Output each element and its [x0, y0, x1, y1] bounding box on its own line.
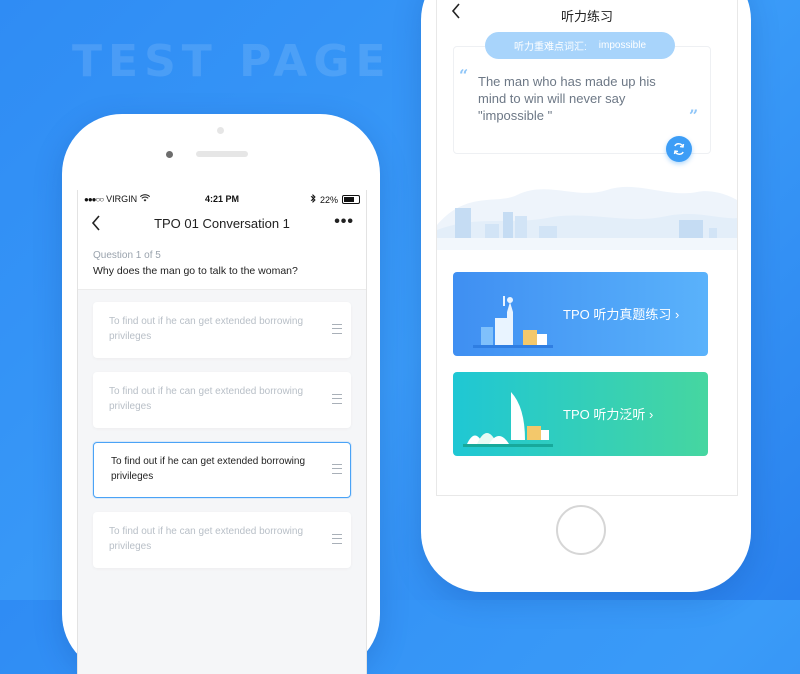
option-text: To find out if he can get extended borro…	[109, 386, 304, 412]
drag-handle-icon[interactable]	[332, 464, 342, 474]
quote-close-icon: ”	[689, 106, 699, 125]
earpiece-speaker	[196, 151, 248, 157]
question-number: Question 1 of 5	[93, 250, 161, 261]
drag-handle-icon[interactable]	[332, 324, 342, 334]
answer-option-selected[interactable]: To find out if he can get extended borro…	[93, 442, 351, 498]
statue-of-liberty-illustration	[473, 296, 553, 348]
status-bar: ●●●○○ VIRGIN 4:21 PM 22%	[78, 190, 366, 208]
page-title: 听力练习	[560, 9, 613, 24]
nav-bar: TPO 01 Conversation 1 •••	[78, 208, 366, 242]
front-camera	[166, 151, 173, 158]
tpo-practice-card[interactable]: TPO 听力真题练习 ›	[453, 272, 708, 356]
card-label: TPO 听力泛听 ›	[563, 407, 654, 422]
nav-bar: 听力练习	[437, 0, 737, 30]
question-text: Why does the man go to talk to the woman…	[93, 265, 298, 277]
proximity-sensor	[217, 127, 224, 134]
keyword-label: 听力重难点词汇:	[513, 42, 587, 53]
page-title: TPO 01 Conversation 1	[154, 216, 290, 231]
answer-option[interactable]: To find out if he can get extended borro…	[93, 302, 351, 358]
option-text: To find out if he can get extended borro…	[109, 316, 304, 342]
quote-open-icon: “	[459, 66, 469, 85]
battery-icon	[342, 195, 360, 204]
drag-handle-icon[interactable]	[332, 394, 342, 404]
question-block: Question 1 of 5 Why does the man go to t…	[78, 242, 366, 290]
more-horizontal-icon[interactable]: •••	[334, 213, 354, 231]
left-phone: ●●●○○ VIRGIN 4:21 PM 22% TPO 01 Conversa…	[62, 114, 380, 674]
sydney-opera-house-illustration	[463, 392, 553, 447]
left-screen: ●●●○○ VIRGIN 4:21 PM 22% TPO 01 Conversa…	[77, 190, 367, 674]
refresh-icon[interactable]	[666, 136, 692, 162]
quote-text: The man who has made up his mind to win …	[478, 74, 656, 123]
cityscape-illustration	[437, 186, 737, 250]
right-screen: 听力练习 听力重难点词汇: impossible “ The man who h…	[436, 0, 738, 496]
background-title: TEST PAGE	[72, 36, 392, 87]
option-text: To find out if he can get extended borro…	[111, 456, 306, 482]
answer-options: To find out if he can get extended borro…	[78, 290, 366, 568]
option-text: To find out if he can get extended borro…	[109, 526, 304, 552]
keyword-pill: 听力重难点词汇: impossible	[485, 32, 675, 59]
answer-option[interactable]: To find out if he can get extended borro…	[93, 372, 351, 428]
answer-option[interactable]: To find out if he can get extended borro…	[93, 512, 351, 568]
drag-handle-icon[interactable]	[332, 534, 342, 544]
extensive-listening-card[interactable]: TPO 听力泛听 ›	[453, 372, 708, 456]
right-phone: 听力练习 听力重难点词汇: impossible “ The man who h…	[421, 0, 751, 592]
battery-percent: 22%	[319, 194, 338, 205]
home-button[interactable]	[556, 505, 606, 555]
keyword-word: impossible	[598, 40, 647, 51]
card-label: TPO 听力真题练习 ›	[563, 307, 680, 322]
bluetooth-icon	[310, 193, 316, 205]
